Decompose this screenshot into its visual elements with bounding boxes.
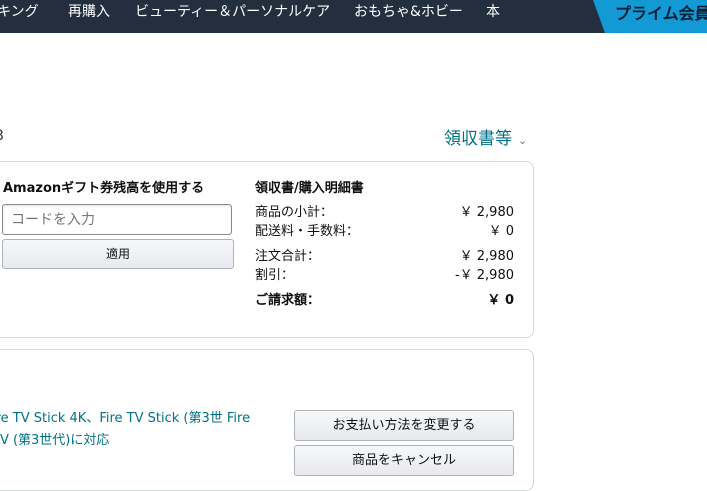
nav-item-ranking[interactable]: キング xyxy=(0,0,39,25)
change-payment-button[interactable]: お支払い方法を変更する xyxy=(294,410,514,441)
chevron-down-icon: ⌄ xyxy=(518,134,528,147)
top-nav-bar: キング 再購入 ビューティー＆パーソナルケア おもちゃ&ホビー 本 プライム会員 xyxy=(0,0,707,33)
summary-label: 注文合計： xyxy=(255,249,321,264)
nav-item-books[interactable]: 本 xyxy=(486,0,500,25)
summary-label: 商品の小計： xyxy=(255,205,334,220)
summary-label: 配送料・手数料： xyxy=(255,224,360,239)
gift-card-title: Amazonギフト券残高を使用する xyxy=(3,181,205,196)
receipt-link[interactable]: 領収書等 ⌄ xyxy=(444,124,527,149)
nav-item-toys[interactable]: おもちゃ&ホビー xyxy=(354,0,463,25)
apply-button[interactable]: 適用 xyxy=(2,239,234,269)
summary-label: ご請求額： xyxy=(255,293,321,308)
order-number: 38 xyxy=(0,128,4,144)
cancel-item-button[interactable]: 商品をキャンセル xyxy=(294,445,514,476)
product-compat-link[interactable]: ire TV Stick 4K、Fire TV Stick (第3世 Fire … xyxy=(0,408,252,452)
nav-item-beauty[interactable]: ビューティー＆パーソナルケア xyxy=(135,0,330,25)
nav-item-buy-again[interactable]: 再購入 xyxy=(68,0,110,25)
summary-value: ￥ 2,980 xyxy=(459,249,514,264)
prime-label: プライム会員 xyxy=(615,4,707,23)
gift-code-input[interactable] xyxy=(2,204,232,235)
prime-banner[interactable]: プライム会員 xyxy=(593,0,707,33)
summary-value: ￥ 0 xyxy=(487,293,514,308)
summary-value: ￥ 2,980 xyxy=(459,205,514,220)
summary-value: -￥ 2,980 xyxy=(454,268,514,283)
summary-label: 割引： xyxy=(255,268,295,283)
summary-value: ￥ 0 xyxy=(488,224,514,239)
summary-title: 領収書/購入明細書 xyxy=(255,181,364,196)
receipt-link-label: 領収書等 xyxy=(444,129,512,149)
